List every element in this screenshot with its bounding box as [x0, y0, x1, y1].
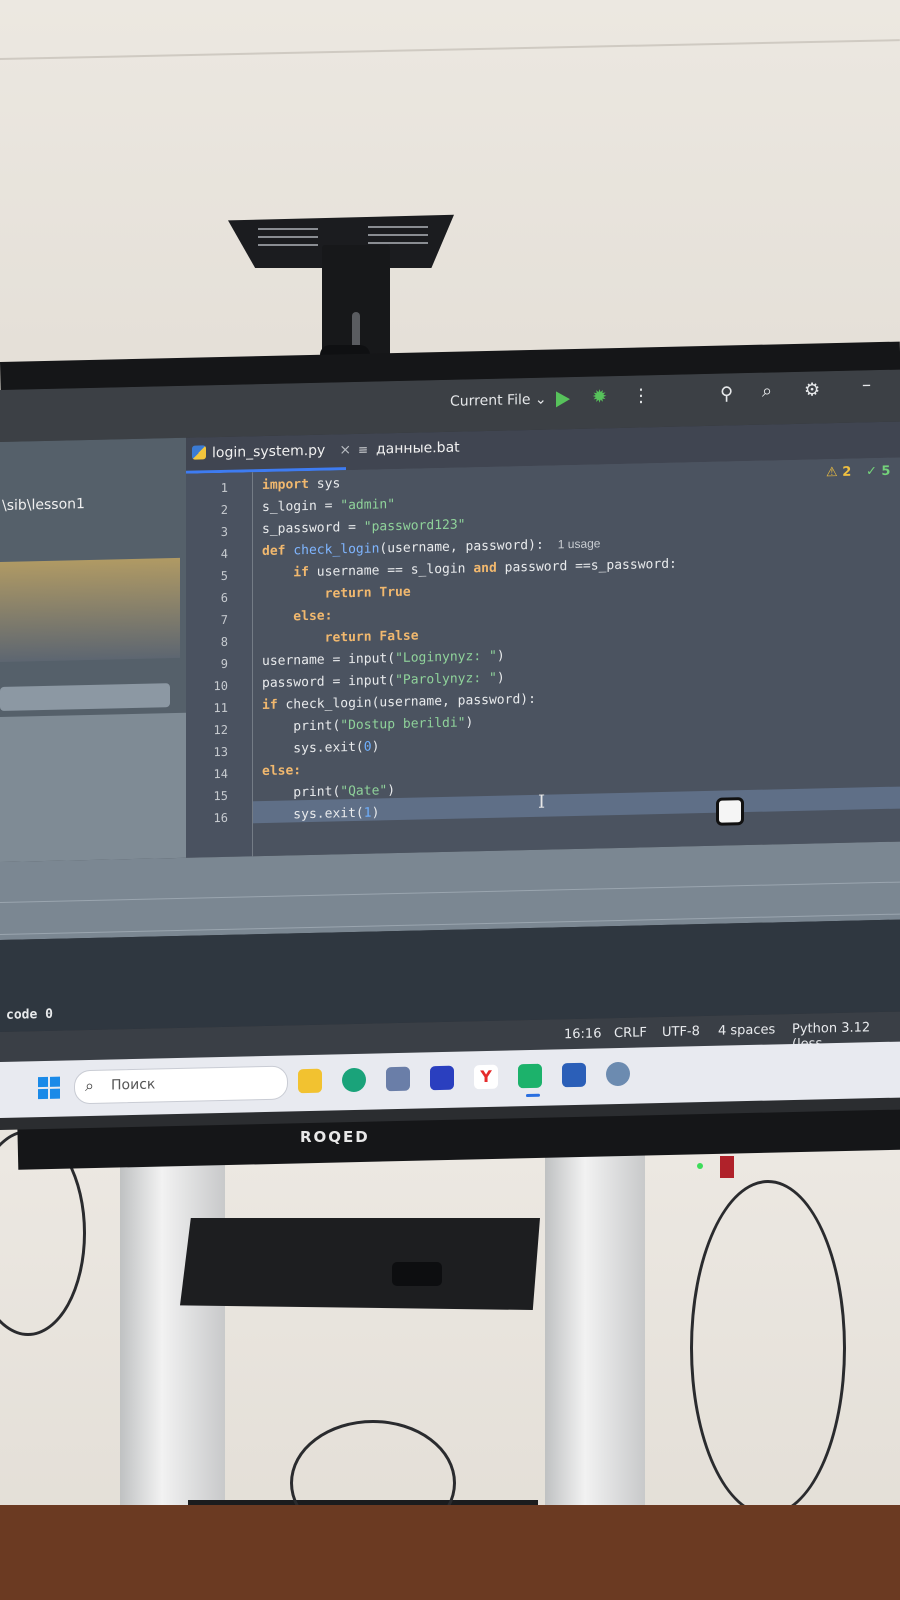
console-output: code 0	[6, 1006, 53, 1023]
code-line[interactable]: sys.exit(1)	[262, 805, 379, 823]
text-cursor-icon: I	[538, 791, 546, 813]
ok-count: 5	[881, 463, 891, 479]
usage-hint: 1 usage	[557, 536, 601, 552]
vertical-dots-icon[interactable]: ⋮	[632, 385, 650, 406]
warnings-indicator[interactable]: ⚠ 2	[826, 465, 851, 481]
stand-shelf	[180, 1218, 540, 1310]
power-led	[697, 1163, 703, 1169]
active-app-indicator	[526, 1093, 540, 1098]
touch-pointer	[716, 797, 744, 826]
ok-indicator[interactable]: ✓ 5	[866, 464, 890, 480]
jetbrains-toolbox-icon[interactable]	[430, 1065, 454, 1091]
project-tree-highlight	[0, 557, 180, 662]
line-number: 9	[220, 656, 228, 671]
app-cube-icon[interactable]	[386, 1066, 410, 1092]
line-number: 1	[220, 480, 228, 495]
code-line[interactable]: import sys	[262, 476, 340, 493]
code-line[interactable]: s_password = "password123"	[262, 517, 466, 537]
code-line[interactable]: else:	[262, 763, 301, 779]
line-number: 16	[213, 810, 228, 826]
settings-icon[interactable]	[606, 1061, 630, 1087]
yandex-browser-icon[interactable]: Y	[474, 1064, 498, 1090]
taskbar-search[interactable]: ⌕ Поиск	[74, 1065, 288, 1105]
text-file-icon: ≡	[358, 442, 369, 457]
wall-background	[0, 0, 900, 395]
windows-start-icon[interactable]	[38, 1076, 60, 1100]
project-tree-selected-row[interactable]	[0, 683, 170, 711]
play-icon[interactable]	[556, 391, 570, 408]
chevron-down-icon: ⌄	[534, 391, 547, 408]
file-explorer-icon[interactable]	[298, 1068, 322, 1094]
edge-icon[interactable]	[342, 1067, 366, 1093]
code-editor[interactable]: ⚠ 2 ✓ 5 1 2 3 4 5 6 7 8 9 10 11 12 13 14…	[186, 457, 900, 858]
line-number: 6	[220, 590, 228, 605]
line-number: 10	[213, 678, 228, 694]
monitor-brand: ROQED	[300, 1128, 370, 1146]
search-icon[interactable]: ⌕	[762, 380, 772, 401]
code-line[interactable]: password = input("Parolynyz: ")	[262, 671, 505, 692]
run-config-label: Current File	[450, 391, 531, 410]
minimize-button[interactable]: –	[862, 374, 871, 395]
line-number: 11	[213, 700, 228, 716]
pycharm-icon[interactable]	[518, 1063, 542, 1089]
line-number: 7	[220, 612, 228, 627]
line-number: 2	[220, 502, 228, 517]
line-number: 3	[220, 524, 228, 539]
line-separator[interactable]: CRLF	[614, 1025, 647, 1041]
code-line[interactable]: sys.exit(0)	[262, 739, 379, 757]
gear-icon[interactable]: ⚙	[804, 379, 820, 400]
run-config-selector[interactable]: Current File ⌄	[450, 392, 547, 410]
line-number: 15	[213, 788, 228, 804]
hdmi-cable	[720, 1156, 734, 1178]
code-line[interactable]: username = input("Loginynyz: ")	[262, 649, 505, 670]
code-line[interactable]: else:	[262, 608, 332, 625]
code-line[interactable]: print("Dostup berildi")	[262, 715, 473, 735]
code-line[interactable]: if check_login(username, password):	[262, 692, 536, 713]
word-icon[interactable]	[562, 1062, 586, 1088]
tab-dannye-bat[interactable]: ≡ данные.bat	[358, 440, 460, 458]
code-line[interactable]: if username == s_login and password ==s_…	[262, 557, 677, 581]
code-line[interactable]: s_login = "admin"	[262, 497, 395, 515]
indent-setting[interactable]: 4 spaces	[718, 1022, 775, 1038]
ide-screen: Current File ⌄ ✹ ⋮ ⚲ ⌕ ⚙ – \sib\lesson1 …	[0, 369, 900, 1130]
add-user-icon[interactable]: ⚲	[720, 383, 733, 404]
line-number: 13	[213, 744, 228, 760]
warnings-count: 2	[842, 464, 852, 480]
shelf-object	[392, 1262, 442, 1286]
line-number: 12	[213, 722, 228, 738]
code-line[interactable]: def check_login(username, password): 1 us…	[262, 536, 600, 559]
line-number: 14	[213, 766, 228, 782]
file-encoding[interactable]: UTF-8	[662, 1024, 700, 1040]
caret-position[interactable]: 16:16	[564, 1026, 601, 1042]
project-path[interactable]: \sib\lesson1	[2, 496, 85, 514]
tab-login-system[interactable]: login_system.py ×	[192, 442, 351, 462]
tab-label: данные.bat	[376, 439, 460, 458]
code-line[interactable]: return False	[262, 629, 419, 648]
line-number: 8	[220, 634, 228, 649]
search-icon: ⌕	[85, 1075, 94, 1096]
panel-divider	[0, 881, 900, 903]
project-tree-area	[0, 712, 186, 862]
cable	[690, 1180, 846, 1516]
tab-label: login_system.py	[212, 442, 326, 462]
search-placeholder: Поиск	[111, 1076, 156, 1094]
close-icon[interactable]: ×	[339, 442, 351, 458]
line-number: 5	[220, 568, 228, 583]
bug-icon[interactable]: ✹	[592, 386, 607, 407]
code-line[interactable]: print("Qate")	[262, 783, 395, 801]
floor	[0, 1505, 900, 1600]
code-line[interactable]: return True	[262, 585, 411, 603]
project-panel: \sib\lesson1	[0, 437, 186, 862]
line-number: 4	[220, 546, 228, 561]
python-file-icon	[192, 445, 206, 460]
